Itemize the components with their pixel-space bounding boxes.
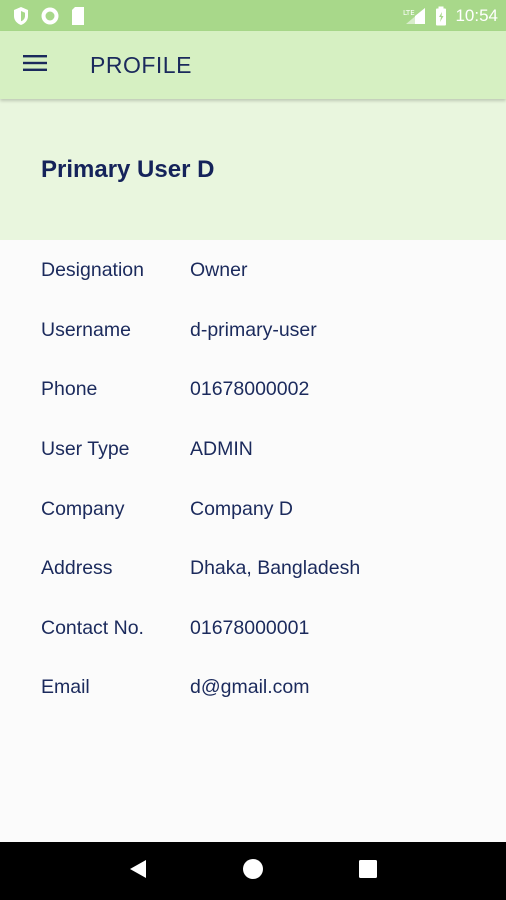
back-icon (128, 858, 148, 885)
recents-button[interactable] (348, 851, 388, 891)
detail-row-user-type: User Type ADMIN (0, 420, 506, 480)
detail-label: Phone (41, 378, 98, 401)
detail-label: Contact No. (41, 616, 144, 639)
detail-value: ADMIN (190, 438, 253, 461)
detail-label: Designation (41, 259, 144, 282)
page-title: PROFILE (90, 51, 192, 78)
profile-header: Primary User D (0, 99, 506, 240)
sd-card-icon (70, 6, 86, 26)
detail-row-address: Address Dhaka, Bangladesh (0, 539, 506, 599)
profile-name: Primary User D (41, 155, 215, 183)
detail-row-phone: Phone 01678000002 (0, 360, 506, 420)
detail-value: Company D (190, 497, 293, 520)
status-left-icons (12, 6, 86, 26)
detail-value: d@gmail.com (190, 676, 310, 699)
detail-label: Email (41, 676, 90, 699)
home-button[interactable] (233, 851, 273, 891)
detail-label: User Type (41, 438, 130, 461)
detail-row-designation: Designation Owner (0, 241, 506, 301)
back-button[interactable] (118, 851, 158, 891)
detail-row-company: Company Company D (0, 479, 506, 539)
home-icon (242, 858, 264, 885)
menu-button[interactable] (0, 31, 70, 99)
detail-label: Company (41, 497, 125, 520)
detail-value: 01678000002 (190, 378, 310, 401)
circle-icon (40, 6, 60, 26)
detail-row-email: Email d@gmail.com (0, 658, 506, 718)
detail-label: Username (41, 318, 131, 341)
profile-details: Designation Owner Username d-primary-use… (0, 240, 506, 718)
detail-value: Dhaka, Bangladesh (190, 557, 361, 580)
recents-icon (358, 859, 378, 884)
detail-value: Owner (190, 259, 248, 282)
detail-value: 01678000001 (190, 616, 310, 639)
status-right-icons: LTE 10:54 (403, 6, 498, 26)
detail-row-contact-no: Contact No. 01678000001 (0, 599, 506, 659)
system-nav-bar (0, 842, 506, 900)
shield-icon (12, 6, 30, 26)
detail-row-username: Username d-primary-user (0, 301, 506, 361)
status-bar: LTE 10:54 (0, 0, 506, 31)
hamburger-menu-icon (23, 54, 47, 77)
detail-label: Address (41, 557, 113, 580)
svg-text:LTE: LTE (403, 9, 415, 17)
profile-screen: LTE 10:54 PROFILE Primary User D Designa… (0, 0, 506, 900)
lte-signal-icon: LTE (403, 6, 427, 26)
status-time: 10:54 (455, 5, 498, 25)
battery-icon (435, 6, 447, 26)
detail-value: d-primary-user (190, 318, 317, 341)
app-bar: PROFILE (0, 31, 506, 99)
